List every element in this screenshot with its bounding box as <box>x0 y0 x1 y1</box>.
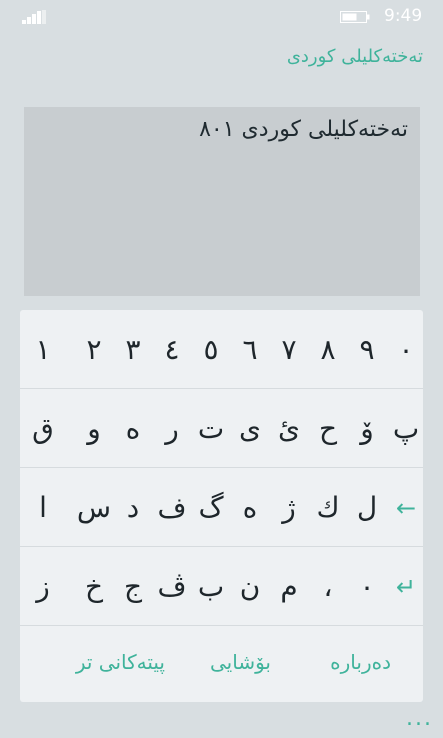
key[interactable]: ا <box>25 468 61 547</box>
key[interactable]: گ <box>193 468 229 547</box>
key[interactable]: ٠ <box>388 310 424 389</box>
key[interactable]: ٩ <box>349 310 385 389</box>
key[interactable]: ٧ <box>271 310 307 389</box>
keyboard-row-1: پ ۆ ح ئ ی ت ر ە و ق <box>20 389 423 468</box>
keyboard-row-2: ← ل ك ژ ە گ ف د س ا <box>20 468 423 547</box>
key[interactable]: ن <box>232 547 268 626</box>
key[interactable]: ٨ <box>310 310 346 389</box>
key[interactable]: ، <box>310 547 346 626</box>
menu-row: دەربارە بۆشایی پیتەکانی تر <box>20 626 423 702</box>
backspace-arrow-icon[interactable]: ← <box>388 468 424 547</box>
key[interactable]: ی <box>232 389 268 468</box>
text-input-area[interactable]: تەختەکلیلی کوردی ٨٠١ <box>24 107 420 296</box>
key[interactable]: ك <box>310 468 346 547</box>
more-dots-icon[interactable]: ... <box>406 708 433 730</box>
app-title: تەختەکلیلی کوردی <box>286 46 423 67</box>
key[interactable]: ز <box>25 547 61 626</box>
key[interactable]: ر <box>154 389 190 468</box>
key[interactable]: ج <box>115 547 151 626</box>
key[interactable]: خ <box>76 547 112 626</box>
key[interactable]: ٥ <box>193 310 229 389</box>
key[interactable]: ٤ <box>154 310 190 389</box>
key[interactable]: ژ <box>271 468 307 547</box>
keyboard-row-3: ↵ ٠ ، م ن ب ڤ ج خ ز <box>20 547 423 626</box>
key[interactable]: ە <box>115 389 151 468</box>
signal-icon <box>22 10 46 24</box>
key[interactable]: ب <box>193 547 229 626</box>
clear-button[interactable]: بۆشایی <box>210 650 271 674</box>
key[interactable]: ئ <box>271 389 307 468</box>
key[interactable]: د <box>115 468 151 547</box>
key[interactable]: ت <box>193 389 229 468</box>
status-bar: 9:49 <box>0 0 443 34</box>
key[interactable]: ل <box>349 468 385 547</box>
key[interactable]: س <box>76 468 112 547</box>
key[interactable]: ق <box>25 389 61 468</box>
key[interactable]: ٣ <box>115 310 151 389</box>
keyboard-panel: ٠ ٩ ٨ ٧ ٦ ٥ ٤ ٣ ٢ ١ پ ۆ ح ئ ی ت ر ە و ق … <box>20 310 423 702</box>
key[interactable]: ح <box>310 389 346 468</box>
about-button[interactable]: دەربارە <box>330 650 391 674</box>
key[interactable]: م <box>271 547 307 626</box>
key[interactable]: ۆ <box>349 389 385 468</box>
key[interactable]: ف <box>154 468 190 547</box>
keyboard-row-digits: ٠ ٩ ٨ ٧ ٦ ٥ ٤ ٣ ٢ ١ <box>20 310 423 389</box>
key[interactable]: ٦ <box>232 310 268 389</box>
enter-icon[interactable]: ↵ <box>388 547 424 626</box>
key[interactable]: ڤ <box>154 547 190 626</box>
key[interactable]: پ <box>388 389 424 468</box>
clock: 9:49 <box>384 6 423 26</box>
other-letters-button[interactable]: پیتەکانی تر <box>76 650 165 674</box>
key[interactable]: ١ <box>25 310 61 389</box>
key[interactable]: ٠ <box>349 547 385 626</box>
key[interactable]: ٢ <box>76 310 112 389</box>
key[interactable]: ە <box>232 468 268 547</box>
battery-icon <box>340 11 370 23</box>
key[interactable]: و <box>76 389 112 468</box>
